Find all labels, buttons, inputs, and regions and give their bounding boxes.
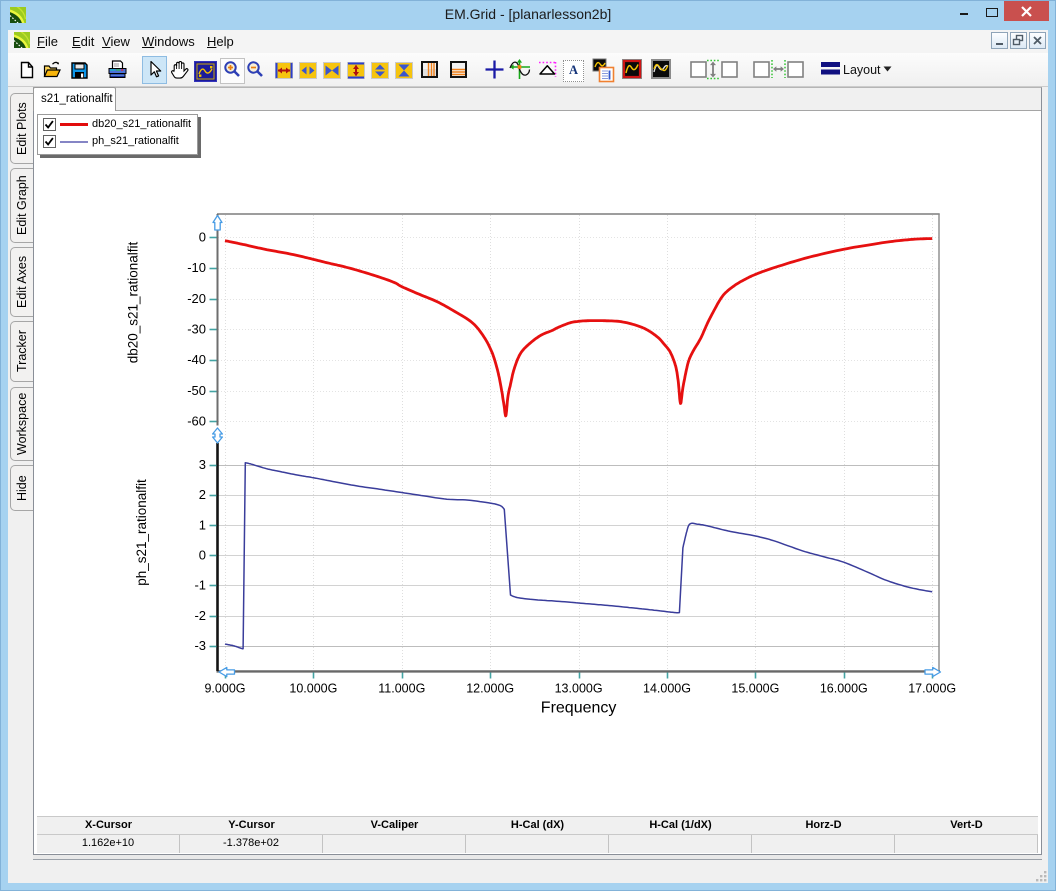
svg-text:-60: -60 xyxy=(187,414,206,429)
svg-text:-40: -40 xyxy=(187,352,206,367)
svg-text:0: 0 xyxy=(199,230,206,245)
svg-text:db20_s21_rationalfit: db20_s21_rationalfit xyxy=(126,241,141,363)
svg-text:14.000G: 14.000G xyxy=(643,682,691,696)
svg-text:12.000G: 12.000G xyxy=(466,682,514,696)
svg-text:11.000G: 11.000G xyxy=(378,682,425,696)
svg-text:ph_s21_rationalfit: ph_s21_rationalfit xyxy=(134,479,149,586)
svg-text:1: 1 xyxy=(199,517,206,532)
svg-text:-2: -2 xyxy=(194,608,206,623)
svg-text:-20: -20 xyxy=(187,291,206,306)
svg-text:Frequency: Frequency xyxy=(541,700,617,717)
svg-text:3: 3 xyxy=(199,457,206,472)
svg-text:17.000G: 17.000G xyxy=(908,682,956,696)
svg-text:2: 2 xyxy=(199,487,206,502)
svg-text:9.000G: 9.000G xyxy=(204,682,245,696)
svg-text:-30: -30 xyxy=(187,322,206,337)
svg-text:13.000G: 13.000G xyxy=(555,682,603,696)
svg-text:-1: -1 xyxy=(194,578,206,593)
svg-text:15.000G: 15.000G xyxy=(731,682,779,696)
svg-text:10.000G: 10.000G xyxy=(289,682,337,696)
svg-text:0: 0 xyxy=(199,548,206,563)
svg-text:-50: -50 xyxy=(187,383,206,398)
svg-text:-3: -3 xyxy=(194,638,206,653)
svg-text:16.000G: 16.000G xyxy=(820,682,868,696)
svg-text:-10: -10 xyxy=(187,260,206,275)
